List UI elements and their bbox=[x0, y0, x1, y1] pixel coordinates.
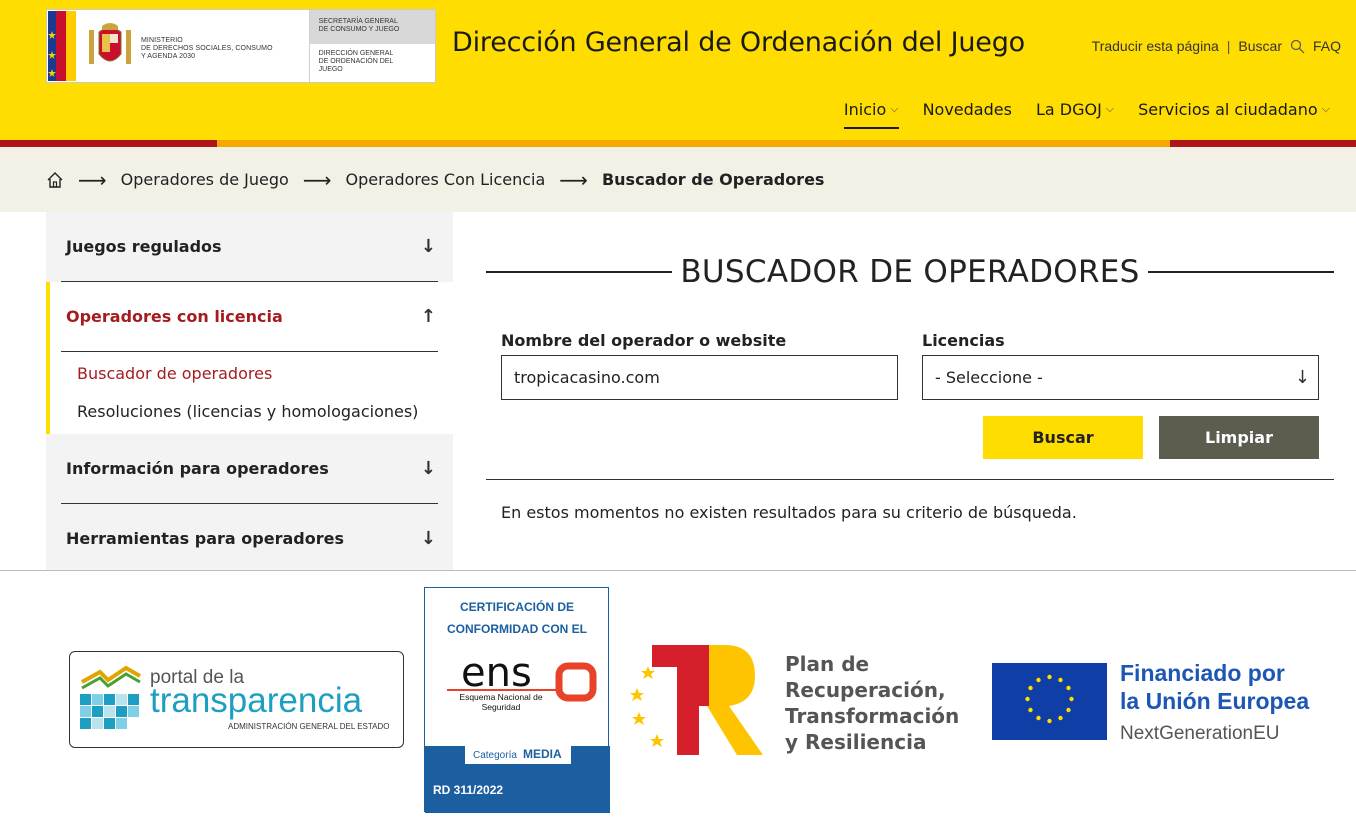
stripe-orange bbox=[217, 140, 1170, 147]
transparency-line2: transparencia bbox=[150, 681, 363, 720]
sidebar-section-informacion[interactable]: Información para operadores ↓ bbox=[46, 434, 453, 504]
arrow-down-icon: ↓ bbox=[420, 236, 436, 257]
plan-line3: Transformación bbox=[785, 704, 959, 728]
spanish-flag-icon bbox=[48, 11, 76, 81]
sidebar-section-juegos[interactable]: Juegos regulados ↓ bbox=[46, 212, 453, 282]
secretariat-line: SECRETARÍA GENERAL bbox=[318, 18, 398, 25]
breadcrumb: ⟶ Operadores de Juego ⟶ Operadores Con L… bbox=[0, 147, 1356, 212]
ministry-line: MINISTERIO bbox=[141, 37, 183, 44]
licenses-selected-value: - Seleccione - bbox=[935, 368, 1043, 387]
direction-line: DE ORDENACIÓN DEL bbox=[318, 58, 394, 65]
recovery-plan-graphic: Plan de Recuperación, Transformación y R… bbox=[630, 645, 959, 755]
title-rule bbox=[486, 271, 673, 273]
sidebar-section-label: Herramientas para operadores bbox=[66, 529, 344, 548]
transparency-line3: ADMINISTRACIÓN GENERAL DEL ESTADO bbox=[228, 722, 390, 731]
arrow-down-icon: ↓ bbox=[420, 458, 436, 479]
chevron-down-icon: ⌵ bbox=[1105, 101, 1115, 115]
chevron-down-icon: ⌵ bbox=[890, 101, 899, 115]
sidebar-item-buscador[interactable]: Buscador de operadores bbox=[77, 354, 453, 392]
arrow-right-icon: ⟶ bbox=[78, 167, 107, 192]
ministry-line: Y AGENDA 2030 bbox=[141, 53, 196, 60]
eu-funding-logo[interactable]: Financiado por la Unión Europea NextGene… bbox=[992, 660, 1322, 745]
search-link[interactable]: Buscar bbox=[1238, 38, 1282, 54]
breadcrumb-item-operadores-licencia[interactable]: Operadores Con Licencia bbox=[346, 170, 546, 189]
nav-item-dgoj[interactable]: La DGOJ ⌵ bbox=[1036, 100, 1114, 119]
nav-item-servicios[interactable]: Servicios al ciudadano ⌵ bbox=[1138, 100, 1330, 119]
eu-line2: la Unión Europea bbox=[1120, 688, 1309, 714]
eu-flag-graphic: Financiado por la Unión Europea NextGene… bbox=[992, 660, 1309, 744]
header-stripe bbox=[0, 140, 1356, 147]
arrow-down-icon: ↓ bbox=[420, 528, 436, 549]
nav-label: Servicios al ciudadano bbox=[1138, 100, 1318, 119]
breadcrumb-item-operadores-juego[interactable]: Operadores de Juego bbox=[121, 170, 289, 189]
sidebar-section-label: Juegos regulados bbox=[66, 237, 222, 256]
nav-item-inicio[interactable]: Inicio ⌵ bbox=[843, 100, 899, 129]
ens-sub1: Esquema Nacional de bbox=[459, 692, 542, 702]
separator: | bbox=[1226, 38, 1231, 54]
recovery-plan-logo[interactable]: Plan de Recuperación, Transformación y R… bbox=[625, 640, 970, 760]
site-header: MINISTERIO DE DERECHOS SOCIALES, CONSUMO… bbox=[0, 0, 1356, 140]
direction-line: DIRECCIÓN GENERAL bbox=[318, 50, 394, 57]
ens-category-prefix: Categoría bbox=[473, 750, 517, 761]
faq-link[interactable]: FAQ bbox=[1313, 38, 1341, 54]
ens-cert-line2: CONFORMIDAD CON EL bbox=[447, 622, 587, 636]
plan-line1: Plan de bbox=[785, 652, 869, 676]
nav-item-novedades[interactable]: Novedades bbox=[923, 100, 1012, 119]
results-divider bbox=[486, 479, 1334, 480]
ens-category: MEDIA bbox=[523, 747, 562, 761]
eu-line1: Financiado por bbox=[1120, 660, 1285, 686]
sidebar-section-operadores-licencia[interactable]: Operadores con licencia ↑ Buscador de op… bbox=[46, 282, 453, 434]
plan-line2: Recuperación, bbox=[785, 678, 946, 702]
main-nav: Inicio ⌵ Novedades La DGOJ ⌵ Servicios a… bbox=[820, 100, 1330, 129]
sidebar-section-label: Operadores con licencia bbox=[66, 307, 283, 326]
transparency-logo-graphic: portal de la transparencia ADMINISTRACIÓ… bbox=[80, 665, 390, 731]
site-title[interactable]: Dirección General de Ordenación del Jueg… bbox=[452, 27, 1025, 58]
search-button[interactable]: Buscar bbox=[983, 416, 1143, 459]
eu-line3: NextGenerationEU bbox=[1120, 723, 1279, 744]
stripe-red-right bbox=[1170, 140, 1356, 147]
operator-input[interactable]: tropicacasino.com bbox=[501, 355, 898, 400]
direction-line: JUEGO bbox=[318, 66, 343, 73]
footer-divider bbox=[0, 570, 1356, 571]
page-title: BUSCADOR DE OPERADORES bbox=[680, 254, 1140, 290]
government-logo[interactable]: MINISTERIO DE DERECHOS SOCIALES, CONSUMO… bbox=[46, 9, 436, 83]
transparency-portal-logo[interactable]: portal de la transparencia ADMINISTRACIÓ… bbox=[69, 651, 404, 748]
ministry-line: DE DERECHOS SOCIALES, CONSUMO bbox=[141, 45, 273, 52]
utility-links: Traducir esta página | Buscar FAQ bbox=[1092, 38, 1341, 54]
plan-line4: y Resiliencia bbox=[785, 730, 926, 754]
home-icon[interactable] bbox=[46, 171, 64, 189]
ministry-logo: MINISTERIO DE DERECHOS SOCIALES, CONSUMO… bbox=[47, 10, 309, 82]
clear-button[interactable]: Limpiar bbox=[1159, 416, 1319, 459]
translate-link[interactable]: Traducir esta página bbox=[1092, 38, 1219, 54]
stripe-red-left bbox=[0, 140, 217, 147]
nav-label: Novedades bbox=[922, 100, 1012, 119]
title-rule bbox=[1147, 271, 1334, 273]
sidebar-item-resoluciones[interactable]: Resoluciones (licencias y homologaciones… bbox=[77, 392, 453, 430]
secretariat-line: DE CONSUMO Y JUEGO bbox=[318, 26, 400, 33]
ens-certification-badge[interactable]: CERTIFICACIÓN DE CONFORMIDAD CON EL ens … bbox=[424, 587, 610, 813]
search-icon[interactable] bbox=[1290, 39, 1305, 54]
operator-label: Nombre del operador o website bbox=[501, 331, 787, 350]
sidebar-section-herramientas[interactable]: Herramientas para operadores ↓ bbox=[46, 504, 453, 573]
ens-rd: RD 311/2022 bbox=[433, 783, 503, 797]
licenses-select[interactable]: - Seleccione - ↓ bbox=[922, 355, 1319, 400]
ens-badge-graphic: CERTIFICACIÓN DE CONFORMIDAD CON EL ens … bbox=[425, 599, 610, 813]
chevron-down-icon: ⌵ bbox=[1321, 101, 1330, 115]
licenses-label: Licencias bbox=[922, 331, 1005, 350]
ens-sub2: Seguridad bbox=[482, 702, 521, 712]
secretariat-logo: SECRETARÍA GENERAL DE CONSUMO Y JUEGO DI… bbox=[308, 10, 435, 82]
arrow-right-icon: ⟶ bbox=[559, 167, 588, 192]
arrow-down-icon: ↓ bbox=[1294, 367, 1310, 388]
coat-of-arms-icon bbox=[89, 23, 131, 64]
breadcrumb-item-current: Buscador de Operadores bbox=[601, 170, 825, 189]
sidebar-section-label: Información para operadores bbox=[66, 459, 329, 478]
ens-cert-line1: CERTIFICACIÓN DE bbox=[460, 599, 574, 614]
arrow-right-icon: ⟶ bbox=[302, 167, 332, 192]
sidebar: Juegos regulados ↓ Operadores con licenc… bbox=[46, 212, 453, 570]
page-title-row: BUSCADOR DE OPERADORES bbox=[486, 252, 1334, 292]
nav-label: Inicio bbox=[843, 100, 887, 119]
nav-label: La DGOJ bbox=[1035, 100, 1102, 119]
no-results-message: En estos momentos no existen resultados … bbox=[501, 503, 1077, 522]
arrow-up-icon: ↑ bbox=[420, 306, 436, 327]
